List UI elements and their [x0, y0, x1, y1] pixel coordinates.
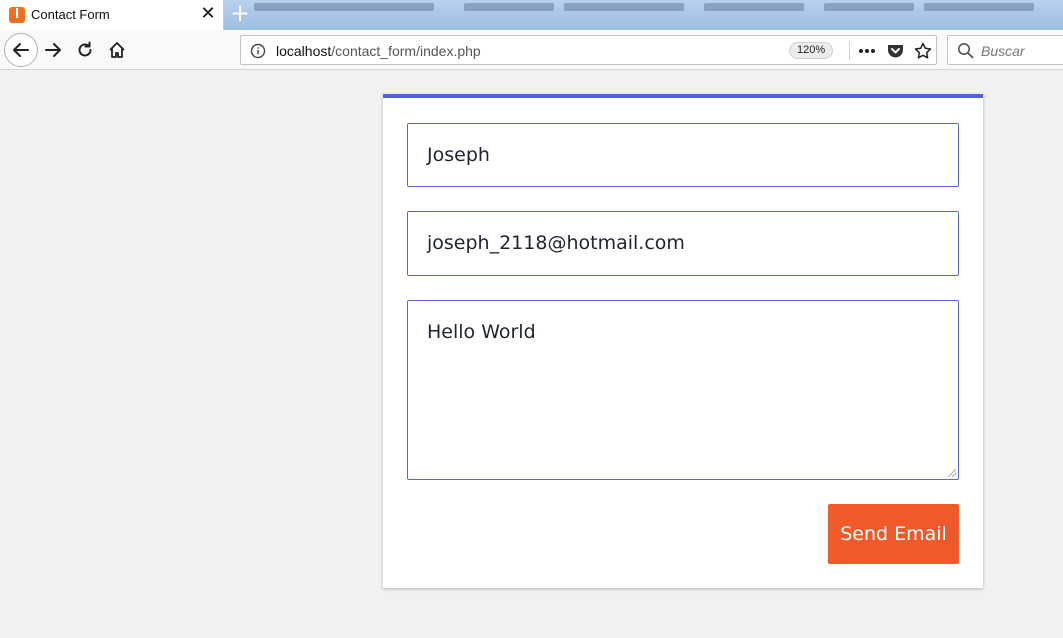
star-icon[interactable]	[913, 41, 933, 61]
arrow-left-icon	[13, 43, 29, 57]
divider	[849, 41, 850, 60]
address-bar[interactable]: localhost/contact_form/index.php 120%	[240, 35, 937, 65]
resize-handle[interactable]	[948, 469, 956, 477]
pocket-icon[interactable]	[885, 41, 905, 61]
reload-button[interactable]	[69, 34, 101, 66]
arrow-right-icon	[45, 43, 61, 57]
send-email-button[interactable]: Send Email	[828, 504, 959, 564]
close-icon[interactable]: ✕	[199, 4, 217, 24]
zoom-level-badge[interactable]: 120%	[789, 42, 834, 59]
forward-button[interactable]	[37, 34, 69, 66]
tab-title: Contact Form	[31, 7, 110, 22]
home-icon	[109, 42, 125, 58]
url-text[interactable]: localhost/contact_form/index.php	[276, 43, 481, 59]
info-icon[interactable]	[250, 43, 266, 59]
url-host: localhost	[276, 43, 332, 59]
reload-icon	[78, 41, 92, 57]
navigation-bar: localhost/contact_form/index.php 120% Bu…	[0, 30, 1063, 70]
tab-strip: ꟾ Contact Form ✕ +	[0, 0, 1063, 30]
search-placeholder: Buscar	[981, 43, 1025, 59]
back-button[interactable]	[4, 33, 38, 67]
more-icon[interactable]	[857, 41, 877, 61]
search-bar[interactable]: Buscar	[947, 35, 1063, 65]
plus-icon[interactable]: +	[229, 1, 251, 26]
message-textarea[interactable]: Hello World	[407, 300, 959, 480]
xampp-icon: ꟾ	[9, 7, 25, 23]
search-icon	[958, 43, 974, 59]
name-input[interactable]: Joseph	[407, 123, 959, 187]
message-text: Hello World	[427, 321, 536, 343]
background-window-blur	[224, 0, 1063, 30]
tab-contact-form[interactable]: ꟾ Contact Form ✕	[0, 0, 224, 30]
home-button[interactable]	[101, 34, 133, 66]
contact-form-card: Joseph joseph_2118@hotmail.com Hello Wor…	[383, 94, 983, 588]
email-input[interactable]: joseph_2118@hotmail.com	[407, 211, 959, 276]
url-path: /contact_form/index.php	[331, 43, 481, 59]
